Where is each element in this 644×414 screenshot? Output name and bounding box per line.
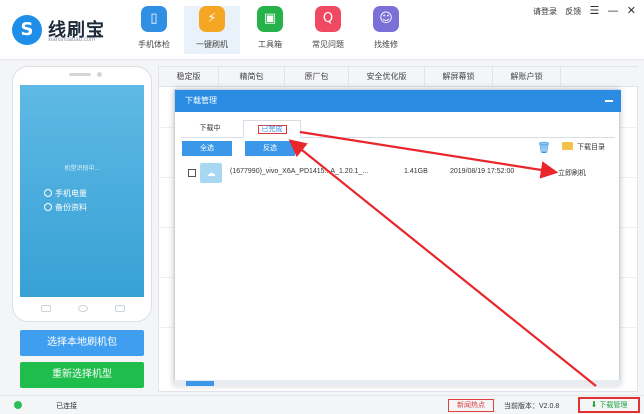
download-manager-label: 下载管理 — [599, 402, 628, 409]
reselect-model-button[interactable]: 重新选择机型 — [20, 362, 144, 388]
download-manager-button[interactable]: ⬇ 下载管理 — [578, 397, 640, 413]
hot-news-button[interactable]: 新闻热点 — [448, 399, 494, 412]
battery-icon — [44, 189, 52, 197]
flash-icon: ⚡ — [199, 6, 225, 32]
phone-hardware-buttons — [33, 302, 133, 314]
login-link[interactable]: 请登录 — [533, 7, 557, 16]
tab-original[interactable]: 原厂包 — [285, 67, 349, 87]
tab-unlock-account[interactable]: 解账户锁 — [493, 67, 561, 87]
battery-label: 手机电量 — [55, 189, 87, 198]
nav-phone-check[interactable]: ▯ 手机体检 — [126, 6, 182, 54]
dialog-tabs: 下载中 已完成 — [181, 120, 615, 138]
download-arrow-icon: ⬇ — [590, 400, 598, 409]
file-date: 2019/08/19 17:52:00 — [450, 168, 515, 175]
nav-label: 工具箱 — [258, 40, 282, 49]
download-manager-dialog: 下载管理 下载中 已完成 — [174, 89, 621, 385]
tab-unlock-screen[interactable]: 解屏幕锁 — [425, 67, 493, 87]
nav-label: 找维修 — [374, 40, 398, 49]
app-url: xianshuabao.com — [48, 37, 96, 43]
tab-lite[interactable]: 精简包 — [219, 67, 285, 87]
logo-s-icon: S — [12, 15, 42, 45]
folder-icon — [562, 142, 573, 150]
download-dir-label: 下载目录 — [577, 144, 605, 151]
nav-repair[interactable]: ☺ 找维修 — [358, 6, 414, 54]
scroll-handle[interactable] — [186, 381, 214, 386]
back-key-icon — [41, 305, 51, 312]
phone-preview: 机型识别中... 手机电量 备份资料 — [12, 66, 152, 322]
connection-status-icon — [14, 401, 22, 409]
flash-now-link[interactable]: 立即刷机 — [558, 168, 586, 178]
top-header: S 线刷宝 xianshuabao.com ▯ 手机体检 ⚡ 一键刷机 ▣ 工具… — [0, 0, 644, 60]
table-row: ☁ (1677990)_vivo_X6A_PD1415...A_1.20.1_.… — [184, 163, 614, 183]
connection-status: 已连接 — [56, 403, 77, 410]
status-bar: 已连接 新闻热点 当前版本：V2.0.8 ⬇ 下载管理 — [0, 395, 644, 414]
tab-downloading[interactable]: 下载中 — [181, 120, 239, 138]
backup-icon — [44, 203, 52, 211]
close-icon[interactable]: ✕ — [627, 4, 636, 17]
file-size: 1.41GB — [404, 168, 428, 175]
row-checkbox[interactable] — [188, 169, 196, 177]
dialog-bottom-strip — [174, 380, 620, 386]
nav-label: 手机体检 — [138, 40, 170, 49]
nav-label: 一键刷机 — [196, 40, 228, 49]
phone-speaker — [69, 73, 91, 76]
minimize-icon[interactable]: — — [608, 4, 619, 17]
tab-security-optimized[interactable]: 安全优化版 — [349, 67, 425, 87]
file-name: (1677990)_vivo_X6A_PD1415...A_1.20.1_... — [230, 168, 369, 175]
feedback-link[interactable]: 反馈 — [565, 7, 581, 16]
nav-label: 常见问题 — [312, 40, 344, 49]
version-label: 当前版本：V2.0.8 — [504, 403, 560, 410]
repair-icon: ☺ — [373, 6, 399, 32]
minimize-icon[interactable] — [605, 100, 613, 102]
backup-info: 备份资料 — [44, 201, 87, 215]
nav-toolbox[interactable]: ▣ 工具箱 — [242, 6, 298, 54]
invert-selection-button[interactable]: 反选 — [245, 141, 295, 156]
backup-label: 备份资料 — [55, 203, 87, 212]
nav-faq[interactable]: Q 常见问题 — [300, 6, 356, 54]
tab-completed-label: 已完成 — [257, 125, 287, 134]
phone-check-icon: ▯ — [141, 6, 167, 32]
select-all-button[interactable]: 全选 — [182, 141, 232, 156]
toolbox-icon: ▣ — [257, 6, 283, 32]
app-logo: S 线刷宝 xianshuabao.com — [12, 12, 122, 48]
window-controls: 请登录 反馈 ☰ — ✕ — [527, 4, 636, 18]
question-icon: Q — [315, 6, 341, 32]
tab-stable[interactable]: 稳定版 — [159, 67, 219, 87]
battery-info: 手机电量 — [44, 187, 87, 201]
phone-info: 手机电量 备份资料 — [44, 187, 87, 215]
home-key-icon — [78, 305, 88, 312]
phone-screen: 机型识别中... 手机电量 备份资料 — [20, 85, 144, 297]
select-local-package-button[interactable]: 选择本地刷机包 — [20, 330, 144, 356]
menu-key-icon — [115, 305, 125, 312]
phone-status-text: 机型识别中... — [64, 166, 100, 172]
dialog-title: 下载管理 — [175, 90, 621, 112]
download-dir-button[interactable]: 下载目录 — [562, 142, 605, 154]
trash-icon[interactable]: 🗑 — [537, 142, 551, 154]
menu-icon[interactable]: ☰ — [589, 4, 599, 17]
tab-completed[interactable]: 已完成 — [243, 120, 301, 138]
nav-one-click-flash[interactable]: ⚡ 一键刷机 — [184, 6, 240, 54]
dialog-title-text: 下载管理 — [185, 96, 217, 105]
cloud-file-icon: ☁ — [200, 163, 222, 183]
phone-camera — [97, 72, 102, 77]
firmware-tabs: 稳定版 精简包 原厂包 安全优化版 解屏幕锁 解账户锁 — [159, 67, 639, 87]
